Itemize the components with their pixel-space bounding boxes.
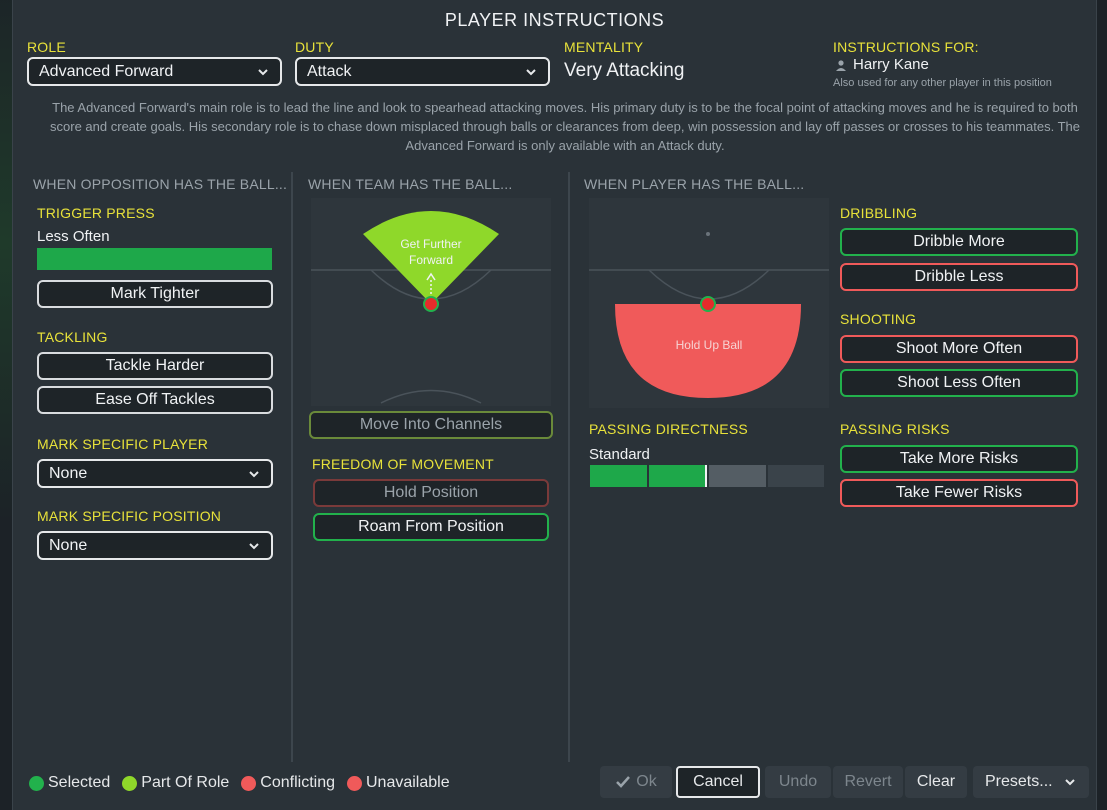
mark-tighter-button[interactable]: Mark Tighter: [37, 280, 273, 308]
mark-player-label: MARK SPECIFIC PLAYER: [37, 436, 209, 452]
passing-risks-label: PASSING RISKS: [840, 421, 950, 437]
person-icon: [836, 59, 846, 71]
duty-select[interactable]: Attack: [295, 57, 550, 86]
duty-label: DUTY: [295, 39, 334, 55]
trigger-press-label: TRIGGER PRESS: [37, 205, 155, 221]
roam-from-position-button[interactable]: Roam From Position: [313, 513, 549, 541]
col2-header: WHEN TEAM HAS THE BALL...: [308, 176, 513, 192]
player-marker: [423, 296, 439, 312]
pitch-lines: [311, 211, 551, 404]
shoot-less-often-button[interactable]: Shoot Less Often: [840, 369, 1078, 397]
check-icon: [616, 776, 631, 788]
col1-header: WHEN OPPOSITION HAS THE BALL...: [33, 176, 288, 192]
passing-segment: [590, 465, 647, 487]
passing-directness-label: PASSING DIRECTNESS: [589, 421, 748, 437]
column-divider: [291, 172, 293, 762]
unavailable-dot-icon: [347, 775, 362, 791]
passing-segment: [648, 465, 707, 487]
undo-button[interactable]: Undo: [765, 766, 831, 798]
hold-position-button[interactable]: Hold Position: [313, 479, 549, 507]
take-more-risks-button[interactable]: Take More Risks: [840, 445, 1078, 473]
role-value: Advanced Forward: [39, 62, 174, 80]
instructions-note: Also used for any other player in this p…: [833, 77, 1052, 89]
mark-position-select[interactable]: None: [37, 531, 273, 560]
pitch-label-line2: Forward: [408, 253, 453, 267]
legend-conflicting-label: Conflicting: [260, 774, 335, 791]
legend-conflicting: Conflicting: [241, 774, 335, 792]
mentality-value: Very Attacking: [564, 60, 685, 81]
chevron-down-icon: [526, 68, 536, 75]
player-name[interactable]: Harry Kane: [853, 56, 929, 73]
team-pitch-diagram: Get Further Forward: [311, 198, 551, 406]
conflicting-dot-icon: [241, 775, 257, 791]
chevron-down-icon: [1065, 779, 1075, 786]
dribble-more-button[interactable]: Dribble More: [840, 228, 1078, 256]
tackling-label: TACKLING: [37, 329, 108, 345]
duty-value: Attack: [307, 62, 352, 80]
ok-label: Ok: [636, 773, 657, 790]
mark-player-value: None: [49, 464, 88, 482]
dribbling-label: DRIBBLING: [840, 205, 918, 221]
column-divider: [568, 172, 570, 762]
shoot-more-often-button[interactable]: Shoot More Often: [840, 335, 1078, 363]
passing-directness-slider[interactable]: [590, 465, 824, 487]
part-of-role-dot-icon: [122, 775, 138, 791]
presets-button[interactable]: Presets...: [973, 766, 1089, 798]
freedom-of-movement-label: FREEDOM OF MOVEMENT: [312, 456, 494, 472]
chevron-down-icon: [249, 470, 259, 477]
tackle-harder-button[interactable]: Tackle Harder: [37, 352, 273, 380]
trigger-press-fill: [37, 248, 272, 270]
player-instructions-panel: PLAYER INSTRUCTIONS ROLE Advanced Forwar…: [12, 0, 1097, 810]
trigger-press-slider[interactable]: [37, 248, 272, 270]
chevron-down-icon: [249, 542, 259, 549]
role-description: The Advanced Forward's main role is to l…: [50, 100, 1080, 153]
mentality-label: MENTALITY: [564, 39, 644, 55]
presets-label: Presets...: [985, 773, 1053, 790]
page-title: PLAYER INSTRUCTIONS: [444, 10, 665, 30]
player-marker: [700, 296, 716, 312]
clear-button[interactable]: Clear: [905, 766, 967, 798]
shooting-label: SHOOTING: [840, 311, 917, 327]
legend-part-of-role: Part Of Role: [122, 774, 229, 792]
role-label: ROLE: [27, 39, 66, 55]
instructions-for-label: INSTRUCTIONS FOR:: [833, 39, 979, 55]
player-name-row: Harry Kane: [835, 56, 929, 73]
hold-up-ball-label: Hold Up Ball: [675, 338, 743, 352]
trigger-press-value: Less Often: [37, 228, 110, 245]
ok-button[interactable]: Ok: [600, 766, 672, 798]
col3-header: WHEN PLAYER HAS THE BALL...: [584, 176, 805, 192]
cancel-button[interactable]: Cancel: [676, 766, 760, 798]
role-select[interactable]: Advanced Forward: [27, 57, 282, 86]
legend-selected: Selected: [29, 774, 110, 792]
passing-directness-value: Standard: [589, 446, 650, 463]
dribble-less-button[interactable]: Dribble Less: [840, 263, 1078, 291]
legend-selected-label: Selected: [48, 774, 111, 791]
mark-position-value: None: [49, 536, 88, 554]
ease-off-tackles-button[interactable]: Ease Off Tackles: [37, 386, 273, 414]
pitch-lines: [589, 232, 829, 398]
pitch-label-line1: Get Further: [400, 237, 462, 251]
passing-segment: [709, 465, 766, 487]
move-into-channels-button[interactable]: Move Into Channels: [309, 411, 553, 439]
selected-dot-icon: [29, 775, 44, 791]
legend: Selected Part Of Role Conflicting Unavai…: [29, 774, 456, 792]
get-further-forward-label: Get Further Forward: [381, 236, 481, 268]
legend-unavailable-label: Unavailable: [366, 774, 450, 791]
revert-button[interactable]: Revert: [833, 766, 903, 798]
mark-position-label: MARK SPECIFIC POSITION: [37, 508, 222, 524]
legend-part-of-role-label: Part Of Role: [141, 774, 230, 791]
mark-player-select[interactable]: None: [37, 459, 273, 488]
player-pitch-diagram: Hold Up Ball: [589, 198, 829, 408]
passing-segment: [767, 465, 824, 487]
chevron-down-icon: [258, 68, 268, 75]
take-fewer-risks-button[interactable]: Take Fewer Risks: [840, 479, 1078, 507]
legend-unavailable: Unavailable: [347, 774, 450, 792]
